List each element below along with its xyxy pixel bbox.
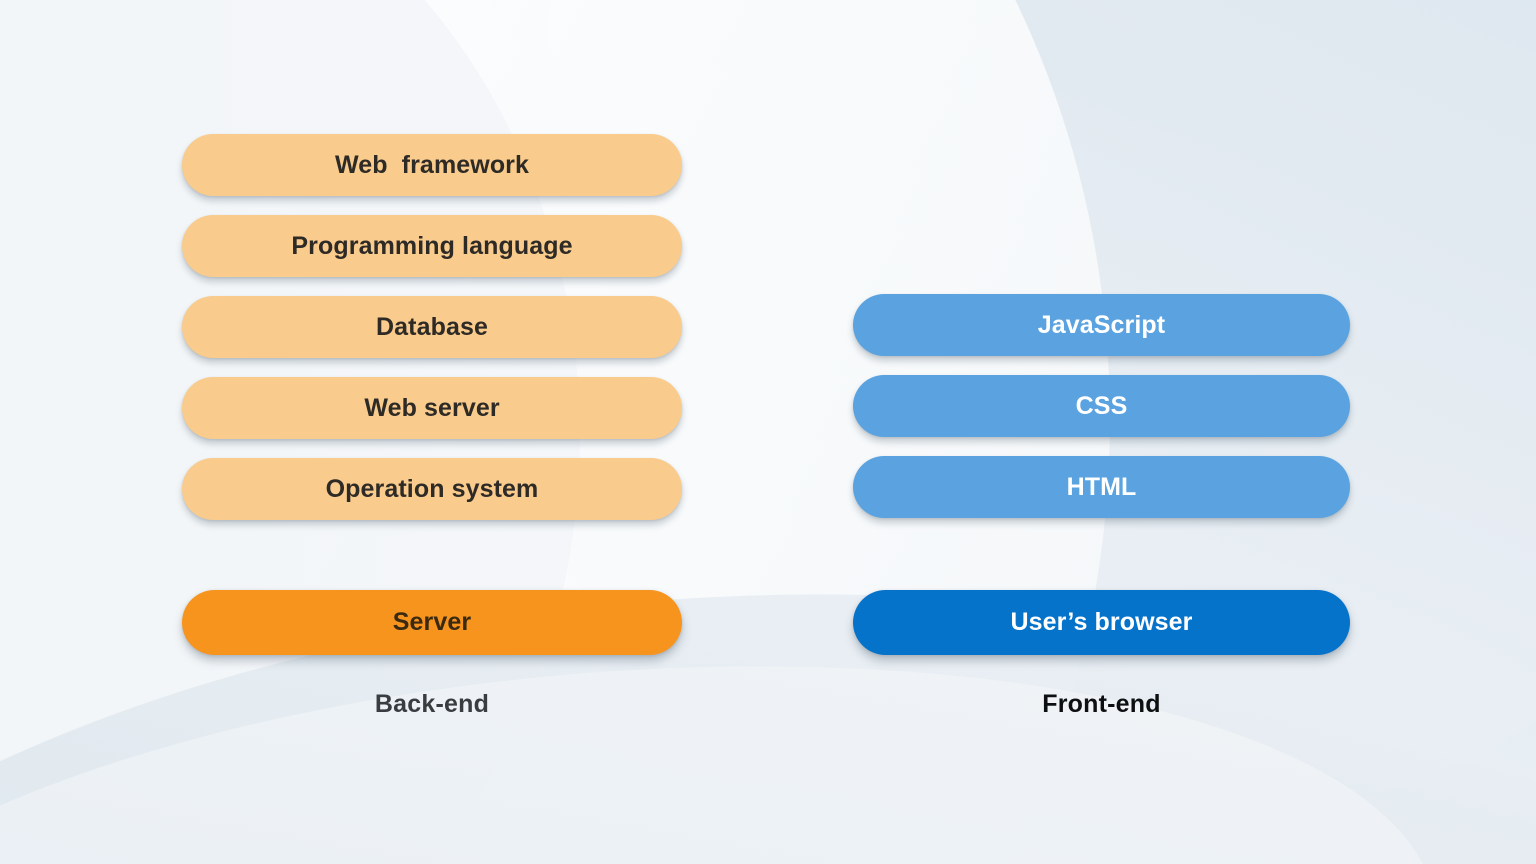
frontend-layer-stack: JavaScript CSS HTML	[853, 294, 1350, 518]
backend-layer-programming-language[interactable]: Programming language	[182, 215, 682, 277]
frontend-layer-label: CSS	[1075, 391, 1128, 420]
backend-caption: Back-end	[374, 690, 490, 718]
frontend-layer-css[interactable]: CSS	[853, 375, 1350, 437]
backend-layer-label: Operation system	[325, 474, 539, 503]
backend-layer-label: Database	[376, 312, 488, 341]
backend-layer-web-server[interactable]: Web server	[182, 377, 682, 439]
frontend-caption: Front-end	[1042, 690, 1161, 718]
backend-column: Web framework Programming language Datab…	[182, 0, 682, 864]
slide-canvas: Web framework Programming language Datab…	[0, 0, 1536, 864]
frontend-layer-label: HTML	[1066, 472, 1137, 501]
backend-layer-label: Web framework	[334, 150, 530, 179]
backend-layer-database[interactable]: Database	[182, 296, 682, 358]
frontend-base-label: User’s browser	[1010, 608, 1193, 636]
backend-base-server[interactable]: Server	[182, 590, 682, 655]
frontend-layer-label: JavaScript	[1037, 310, 1166, 339]
backend-layer-label: Programming language	[291, 231, 573, 260]
frontend-layer-javascript[interactable]: JavaScript	[853, 294, 1350, 356]
backend-layer-stack: Web framework Programming language Datab…	[182, 134, 682, 520]
backend-layer-web-framework[interactable]: Web framework	[182, 134, 682, 196]
backend-base-label: Server	[392, 608, 472, 636]
backend-layer-label: Web server	[364, 393, 500, 422]
frontend-base-user-browser[interactable]: User’s browser	[853, 590, 1350, 655]
frontend-column: JavaScript CSS HTML User’s browser Front…	[853, 0, 1350, 864]
backend-layer-operation-system[interactable]: Operation system	[182, 458, 682, 520]
frontend-layer-html[interactable]: HTML	[853, 456, 1350, 518]
